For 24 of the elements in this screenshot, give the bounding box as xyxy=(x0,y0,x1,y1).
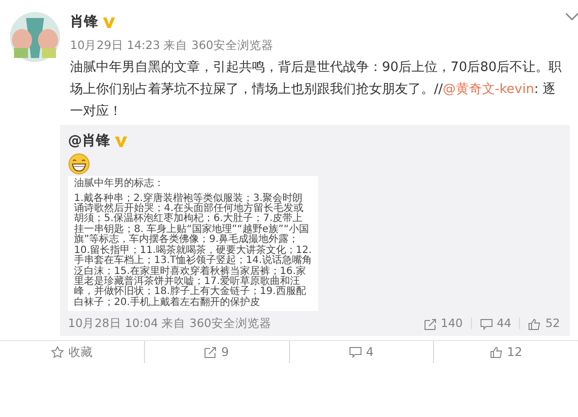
like-button[interactable]: 12 xyxy=(506,342,522,361)
avatar xyxy=(10,12,60,62)
favorite-button[interactable]: 收藏 xyxy=(68,342,92,361)
star-icon xyxy=(51,346,64,358)
image-title: 油腻中年男的标志： xyxy=(74,179,165,190)
thumbs-up-icon xyxy=(528,318,542,330)
comment-icon xyxy=(480,318,493,330)
thumbs-up-icon xyxy=(490,346,503,358)
share-icon xyxy=(204,346,218,358)
image-text: 1.戴各种串；2.穿唐装楷袍等类似服装；3.聚会时朗诵诗歌然后开始哭；4.在头面部任何地方留长毛发或胡须；5.保温杯泡红枣加枸杞；6.大肚子；7.皮带上挂一串钥匙；8. 车身上贴“国家地理”“越野e族”“小国旗”等标志，车内摆各类佛像；9.鼻毛成撮地外露；10.留长指甲；11.喝茶就喝茶，硬要大讲茶文化；12.手串套在车档上；13.T恤衫领子竖起；14.说话急嘴角泛白沫；15.在家里时喜欢穿着秋裤当家居裤；16.家里老是珍藏普洱茶饼并吹嘘；17.爱听草原歌曲和汪峰，并做怀旧状；18.脖子上有大金链子；19.西服配白袜子；20.手机上戴着左右翻开的保护皮 xyxy=(74,194,312,308)
repost-button[interactable]: 9 xyxy=(221,342,229,361)
comment-button[interactable]: 4 xyxy=(366,342,374,361)
chevron-down-icon xyxy=(565,12,578,21)
post-meta: 10月29日 14:23 来自 360安全浏览器 xyxy=(70,37,274,54)
share-icon xyxy=(424,318,437,330)
author-name[interactable]: 肖锋 xyxy=(70,12,98,33)
repost-count[interactable]: 140 xyxy=(440,315,463,332)
mention-link[interactable]: @黄奇文-kevin xyxy=(442,82,534,98)
comment-icon xyxy=(349,346,362,358)
retweet-meta: 10月28日 10:04 来自 360安全浏览器 xyxy=(68,315,272,332)
like-count[interactable]: 52 xyxy=(545,315,560,332)
post-text: 油腻中年男自黑的文章，引起共鸣，背后是世代战争：90后上位，70后80后不让。职场上你们别占着茅坑不拉屎了，情场上也别跟我们抢女朋友了。//@黄奇文-kevin: 逐一对应！ xyxy=(70,59,563,122)
comment-count[interactable]: 44 xyxy=(496,315,512,332)
retweet-author[interactable]: @肖锋 xyxy=(68,131,110,152)
